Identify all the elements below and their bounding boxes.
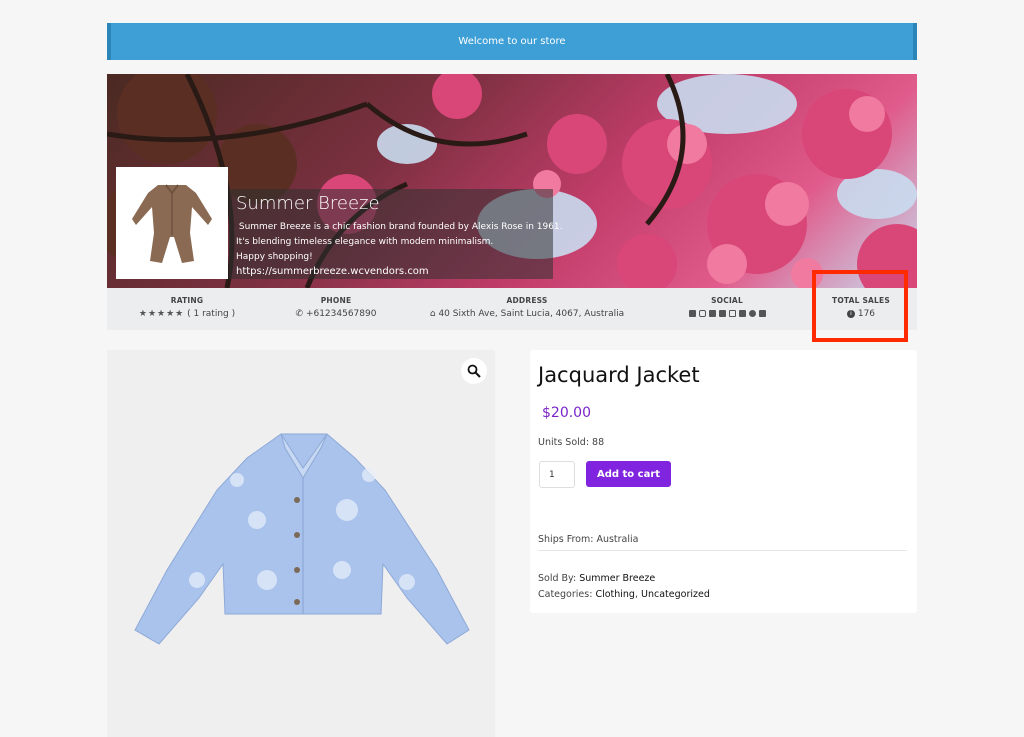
home-icon: ⌂: [429, 309, 436, 319]
address-label: ADDRESS: [506, 296, 548, 305]
jacket-product-image: [134, 433, 470, 645]
store-description-line: Summer Breeze is a chic fashion brand fo…: [236, 222, 563, 232]
units-sold: Units Sold: 88: [538, 437, 605, 448]
address-text: 40 Sixth Ave, Saint Lucia, 4067, Austral…: [438, 309, 625, 319]
store-banner: Summer Breeze Summer Breeze is a chic fa…: [107, 74, 917, 288]
category-link-clothing[interactable]: Clothing: [595, 589, 635, 600]
total-sales-highlight-box: [812, 270, 908, 342]
store-description: Summer Breeze is a chic fashion brand fo…: [236, 220, 563, 265]
linkedin-icon[interactable]: [718, 310, 726, 317]
rating-value[interactable]: ★★★★★ ( 1 rating ): [137, 309, 237, 319]
store-url[interactable]: https://summerbreeze.wcvendors.com: [236, 266, 546, 277]
store-notice-text: Welcome to our store: [458, 36, 566, 47]
phone-label: PHONE: [320, 296, 352, 305]
facebook-icon[interactable]: [708, 310, 716, 317]
rating-label: RATING: [170, 296, 204, 305]
sold-by-vendor-link[interactable]: Summer Breeze: [579, 573, 655, 584]
pinterest-icon[interactable]: [738, 310, 746, 317]
youtube-icon[interactable]: [728, 310, 736, 317]
phone-icon: ✆: [295, 309, 304, 319]
rating-column: RATING ★★★★★ ( 1 rating ): [137, 296, 237, 319]
categories-label: Categories:: [538, 589, 596, 600]
social-label: SOCIAL: [711, 296, 743, 305]
social-icons: [677, 310, 777, 317]
social-column: SOCIAL: [677, 296, 777, 317]
phone-number: +61234567890: [305, 309, 377, 319]
store-description-line: It's blending timeless elegance with mod…: [236, 237, 494, 247]
store-info-panel: Summer Breeze Summer Breeze is a chic fa…: [229, 189, 563, 279]
store-notice-bar: Welcome to our store: [107, 23, 917, 60]
category-link-uncategorized[interactable]: Uncategorized: [641, 589, 710, 600]
snapchat-icon[interactable]: [748, 310, 756, 317]
ships-from: Ships From: Australia: [538, 534, 639, 545]
store-info-bar: RATING ★★★★★ ( 1 rating ) PHONE ✆ +61234…: [107, 288, 917, 330]
quantity-input[interactable]: [539, 461, 575, 488]
categories: Categories: Clothing, Uncategorized: [538, 589, 710, 600]
sold-by: Sold By: Summer Breeze: [538, 573, 655, 584]
romper-product-image: [132, 184, 212, 263]
product-title: Jacquard Jacket: [538, 363, 700, 387]
instagram-icon[interactable]: [698, 310, 706, 317]
address-column: ADDRESS ⌂ 40 Sixth Ave, Saint Lucia, 406…: [427, 296, 627, 319]
phone-value[interactable]: ✆ +61234567890: [286, 309, 386, 319]
product-image-gallery[interactable]: [107, 350, 495, 737]
rating-count: ( 1 rating ): [187, 309, 236, 319]
store-description-line: Happy shopping!: [236, 252, 313, 262]
store-name: Summer Breeze: [236, 193, 380, 214]
star-rating-icon: ★★★★★: [138, 309, 185, 319]
address-value: ⌂ 40 Sixth Ave, Saint Lucia, 4067, Austr…: [427, 309, 627, 319]
phone-column: PHONE ✆ +61234567890: [286, 296, 386, 319]
product-price: $20.00: [542, 405, 591, 421]
twitter-icon[interactable]: [688, 310, 696, 317]
telegram-icon[interactable]: [758, 310, 766, 317]
store-logo[interactable]: [116, 167, 228, 279]
divider: [538, 550, 907, 551]
sold-by-label: Sold By:: [538, 573, 580, 584]
add-to-cart-button[interactable]: Add to cart: [586, 461, 671, 487]
product-summary-card: Jacquard Jacket $20.00 Units Sold: 88 Ad…: [530, 350, 917, 613]
